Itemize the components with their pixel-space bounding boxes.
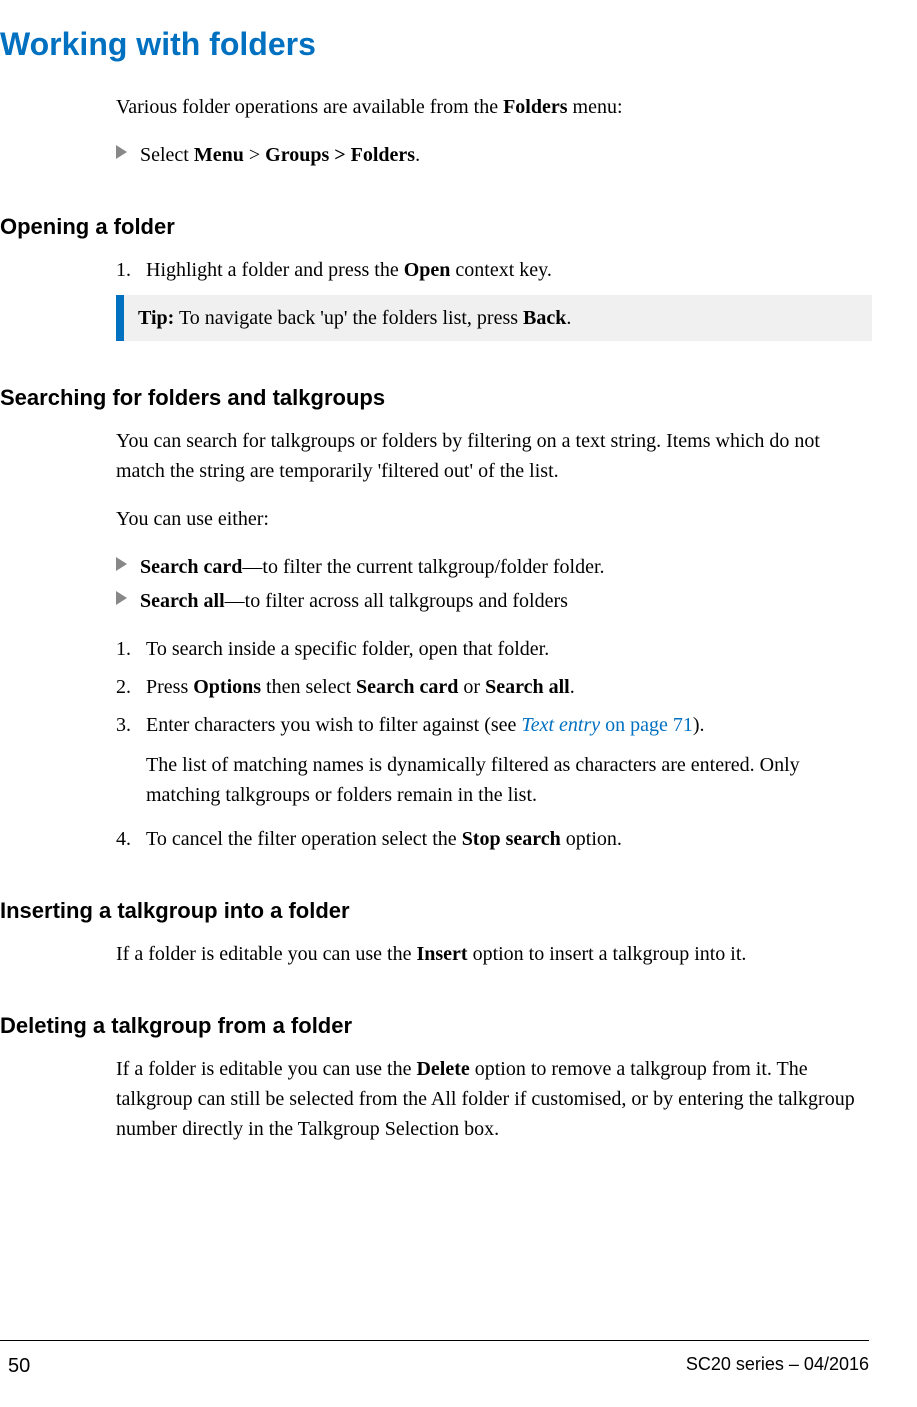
doc-id: SC20 series – 04/2016 [686, 1351, 869, 1381]
searching-p1: You can search for talkgroups or folders… [116, 426, 872, 486]
menu-path-item: Select Menu > Groups > Folders. [116, 140, 872, 170]
s2-b3: Search all [485, 676, 570, 698]
intro-pre: Various folder operations are available … [116, 96, 503, 118]
searching-steps: To search inside a specific folder, open… [116, 634, 872, 854]
heading-searching: Searching for folders and talkgroups [0, 381, 872, 414]
search-all-bold: Search all [140, 590, 225, 612]
s4-post: option. [561, 828, 622, 850]
s4-b: Stop search [462, 828, 561, 850]
heading-deleting: Deleting a talkgroup from a folder [0, 1009, 872, 1042]
deleting-pre: If a folder is editable you can use the [116, 1058, 416, 1080]
search-card-bold: Search card [140, 556, 242, 578]
intro-bold: Folders [503, 96, 567, 118]
heading-opening: Opening a folder [0, 210, 872, 243]
menu-path-b2: Groups > Folders [265, 144, 415, 166]
inserting-p: If a folder is editable you can use the … [116, 939, 872, 969]
menu-path-end: . [415, 144, 420, 166]
s2-pre: Press [146, 676, 193, 698]
menu-path-sep: > [244, 144, 265, 166]
page-number: 50 [8, 1351, 30, 1381]
page-footer: 50 SC20 series – 04/2016 [0, 1340, 869, 1381]
heading-inserting: Inserting a talkgroup into a folder [0, 894, 872, 927]
opening-step1-post: context key. [450, 259, 551, 281]
searching-p2: You can use either: [116, 504, 872, 534]
bullet-arrow-icon [116, 145, 127, 159]
tip-box: Tip: To navigate back 'up' the folders l… [116, 295, 872, 341]
searching-step-3: Enter characters you wish to filter agai… [116, 710, 872, 810]
opening-steps: Highlight a folder and press the Open co… [116, 255, 872, 285]
s2-end: . [570, 676, 575, 698]
inserting-post: option to insert a talkgroup into it. [468, 943, 747, 965]
tip-pre: To navigate back 'up' the folders list, … [174, 307, 523, 329]
inserting-b: Insert [416, 943, 467, 965]
tip-label: Tip: [138, 307, 174, 329]
deleting-b: Delete [416, 1058, 469, 1080]
page-title: Working with folders [0, 20, 872, 68]
search-all-post: —to filter across all talkgroups and fol… [225, 590, 568, 612]
menu-path-b1: Menu [194, 144, 244, 166]
s3-post: ). [693, 714, 705, 736]
opening-step-1: Highlight a folder and press the Open co… [116, 255, 872, 285]
tip-post: . [566, 307, 571, 329]
link-page: on page 71 [600, 714, 693, 736]
deleting-p: If a folder is editable you can use the … [116, 1054, 872, 1144]
s4-pre: To cancel the filter operation select th… [146, 828, 462, 850]
link-italic: Text entry [521, 714, 600, 736]
opening-step1-pre: Highlight a folder and press the [146, 259, 404, 281]
intro-post: menu: [568, 96, 623, 118]
s3-sub: The list of matching names is dynamicall… [146, 750, 872, 810]
s2-b1: Options [193, 676, 261, 698]
bullet-arrow-icon [116, 591, 127, 605]
searching-step-4: To cancel the filter operation select th… [116, 824, 872, 854]
s2-mid: then select [261, 676, 356, 698]
tip-bold: Back [523, 307, 566, 329]
bullet-arrow-icon [116, 557, 127, 571]
searching-step-2: Press Options then select Search card or… [116, 672, 872, 702]
text-entry-link[interactable]: Text entry on page 71 [521, 714, 692, 736]
s2-b2: Search card [356, 676, 458, 698]
menu-path-pre: Select [140, 144, 194, 166]
intro-text: Various folder operations are available … [116, 92, 872, 122]
searching-step-1: To search inside a specific folder, open… [116, 634, 872, 664]
search-all-bullet: Search all—to filter across all talkgrou… [116, 586, 872, 616]
s2-or: or [458, 676, 485, 698]
search-card-post: —to filter the current talkgroup/folder … [242, 556, 604, 578]
opening-step1-b: Open [404, 259, 451, 281]
s3-pre: Enter characters you wish to filter agai… [146, 714, 521, 736]
search-card-bullet: Search card—to filter the current talkgr… [116, 552, 872, 582]
inserting-pre: If a folder is editable you can use the [116, 943, 416, 965]
